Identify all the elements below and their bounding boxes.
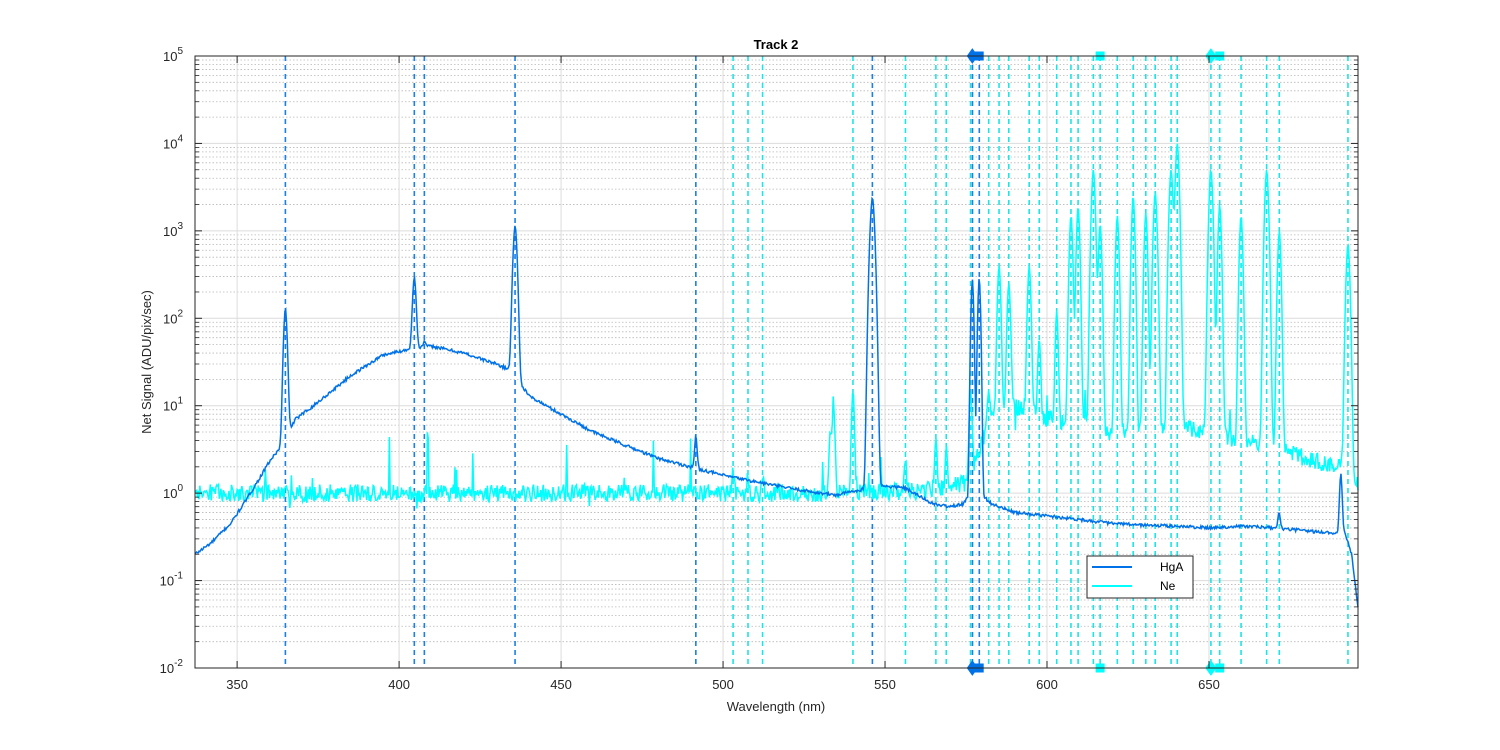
y-tick-label: 103 [163, 221, 183, 239]
y-tick-label: 104 [163, 133, 183, 151]
y-tick-exponent: 4 [177, 133, 183, 144]
legend: HgA Ne [1086, 555, 1194, 599]
y-tick-base: 10 [160, 574, 174, 589]
spectrum-chart: 350 400 450 500 550 600 650 10-210-11001011021… [139, 37, 1359, 714]
y-tick-base: 10 [163, 49, 177, 64]
legend-label-hga: HgA [1160, 560, 1183, 574]
y-tick-base: 10 [163, 399, 177, 414]
y-tick-labels: 10-210-1100101102103104105 [160, 46, 184, 676]
x-tick-label: 650 [1198, 677, 1220, 692]
y-tick-base: 10 [163, 136, 177, 151]
x-tick-label: 350 [226, 677, 248, 692]
y-tick-label: 10-2 [160, 658, 184, 676]
y-tick-exponent: 3 [177, 221, 183, 232]
y-tick-exponent: 2 [177, 308, 183, 319]
y-axis-label: Net Signal (ADU/pix/sec) [139, 290, 154, 434]
y-tick-label: 101 [163, 396, 183, 414]
y-tick-base: 10 [163, 311, 177, 326]
y-tick-exponent: 1 [177, 396, 183, 407]
y-tick-label: 105 [163, 46, 183, 64]
y-tick-label: 10-1 [160, 571, 184, 589]
x-tick-label: 550 [874, 677, 896, 692]
x-tick-labels: 350 400 450 500 550 600 650 [226, 677, 1220, 692]
y-tick-exponent: 0 [177, 483, 183, 494]
y-tick-exponent: -1 [174, 571, 183, 582]
x-axis-label: Wavelength (nm) [727, 699, 826, 714]
y-tick-base: 10 [163, 486, 177, 501]
x-tick-label: 600 [1036, 677, 1058, 692]
x-tick-label: 450 [550, 677, 572, 692]
x-tick-label: 400 [388, 677, 410, 692]
y-tick-exponent: -2 [174, 658, 183, 669]
legend-label-ne: Ne [1160, 579, 1176, 593]
y-tick-base: 10 [163, 224, 177, 239]
x-tick-label: 500 [712, 677, 734, 692]
y-tick-label: 102 [163, 308, 183, 326]
y-tick-base: 10 [160, 661, 174, 676]
y-tick-exponent: 5 [177, 46, 183, 57]
y-tick-label: 100 [163, 483, 183, 501]
chart-title: Track 2 [754, 37, 799, 52]
